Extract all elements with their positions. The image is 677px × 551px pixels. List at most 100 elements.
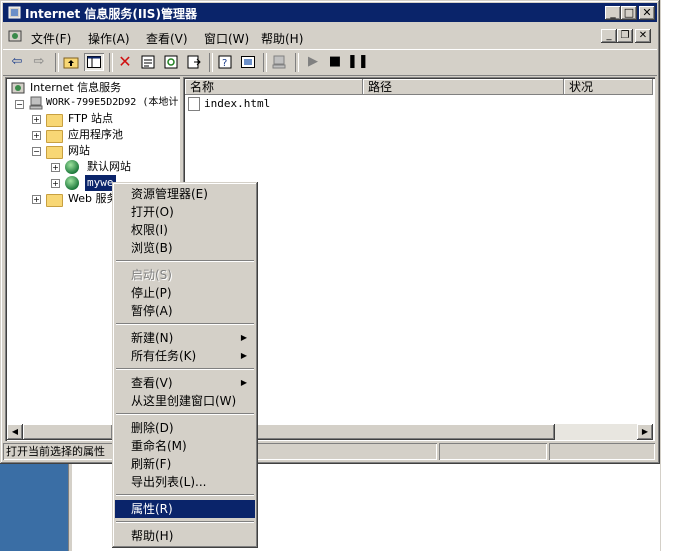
toolbar-separator [295, 53, 299, 72]
ctx-browse-label: 浏览(B) [131, 241, 173, 255]
mdi-minimize-button[interactable]: _ [601, 29, 617, 43]
web-ext-label: Web 服务 [68, 192, 118, 205]
column-header-status[interactable]: 状况 [564, 79, 653, 95]
delete-button[interactable]: ✕ [115, 53, 135, 71]
mywe-label: mywe [85, 175, 116, 191]
iis-manager-window: Internet 信息服务(IIS)管理器 _ □ ✕ 文件(F) 操作(A) … [0, 0, 660, 464]
ctx-explore[interactable]: 资源管理器(E) [115, 185, 255, 203]
menu-bar: 文件(F) 操作(A) 查看(V) 窗口(W) 帮助(H) _ ❐ ✕ [3, 26, 657, 48]
ctx-delete[interactable]: 删除(D) [115, 419, 255, 437]
toolbar-separator [109, 53, 113, 72]
ctx-open[interactable]: 打开(O) [115, 203, 255, 221]
computer-button[interactable] [269, 53, 289, 71]
column-header-path[interactable]: 路径 [363, 79, 564, 95]
ctx-all-tasks[interactable]: 所有任务(K) ▶ [115, 347, 255, 365]
submenu-arrow-icon: ▶ [240, 378, 247, 387]
minimize-button[interactable]: _ [605, 6, 621, 20]
svg-text:?: ? [222, 58, 227, 69]
ctx-rename[interactable]: 重命名(M) [115, 437, 255, 455]
refresh-button[interactable] [161, 53, 181, 71]
stop-button[interactable]: ■ [325, 53, 345, 71]
expander-server[interactable]: − [15, 100, 24, 109]
apppool-label: 应用程序池 [68, 128, 123, 141]
ctx-refresh-label: 刷新(F) [131, 457, 172, 471]
ctx-delete-label: 删除(D) [131, 421, 174, 435]
export-list-button[interactable] [184, 53, 204, 71]
toolbar: ⇦ ⇨ ✕ ? ▶ ■ ❚❚ [3, 49, 657, 76]
close-icon: ✕ [638, 30, 648, 41]
menu-view[interactable]: 查看(V) [146, 30, 188, 47]
expander-default-site[interactable]: + [51, 163, 60, 172]
left-arrow-icon: ◀ [11, 427, 19, 436]
toolbar-separator [263, 53, 267, 72]
menu-window[interactable]: 窗口(W) [204, 30, 249, 47]
column-header-name[interactable]: 名称 [185, 79, 363, 95]
console-tree-button[interactable] [238, 53, 258, 71]
column-name-label: 名称 [190, 80, 215, 94]
iis-root-icon [11, 82, 25, 94]
up-folder-icon [63, 57, 79, 69]
show-hide-tree-button[interactable] [84, 53, 104, 71]
forward-arrow-icon: ⇨ [33, 54, 45, 69]
ctx-stop[interactable]: 停止(P) [115, 284, 255, 302]
menu-action[interactable]: 操作(A) [88, 30, 130, 47]
properties-icon [141, 55, 155, 69]
back-button[interactable]: ⇦ [7, 53, 27, 71]
scroll-thumb[interactable] [23, 424, 113, 440]
ctx-help[interactable]: 帮助(H) [115, 527, 255, 545]
console-window-icon[interactable] [8, 29, 23, 44]
toolbar-separator [55, 53, 59, 72]
column-path-label: 路径 [368, 80, 393, 94]
mdi-restore-button[interactable]: ❐ [617, 29, 633, 43]
folder-icon [46, 130, 63, 143]
help-button[interactable]: ? [215, 53, 235, 71]
expand-icon: + [52, 163, 59, 172]
scroll-thumb[interactable] [255, 424, 555, 440]
start-button[interactable]: ▶ [303, 53, 323, 71]
forward-button[interactable]: ⇨ [29, 53, 49, 71]
expander-websites[interactable]: − [32, 147, 41, 156]
ctx-open-label: 打开(O) [131, 205, 174, 219]
ctx-refresh[interactable]: 刷新(F) [115, 455, 255, 473]
up-one-level-button[interactable] [61, 53, 81, 71]
ctx-pause[interactable]: 暂停(A) [115, 302, 255, 320]
ctx-properties[interactable]: 属性(R) [115, 500, 255, 518]
tree-root-label: Internet 信息服务 [30, 81, 122, 94]
globe-icon [65, 160, 79, 174]
server-icon [29, 96, 43, 110]
menu-separator [116, 260, 254, 262]
ctx-export-list[interactable]: 导出列表(L)... [115, 473, 255, 491]
toolbar-separator [209, 53, 213, 72]
pause-icon: ❚❚ [347, 54, 369, 69]
restore-icon: ❐ [620, 30, 630, 41]
ctx-view[interactable]: 查看(V) ▶ [115, 374, 255, 392]
ctx-new[interactable]: 新建(N) ▶ [115, 329, 255, 347]
maximize-button[interactable]: □ [621, 6, 637, 20]
properties-button[interactable] [138, 53, 158, 71]
maximize-icon: □ [623, 6, 635, 19]
expander-mywe[interactable]: + [51, 179, 60, 188]
play-icon: ▶ [308, 54, 318, 69]
ctx-browse[interactable]: 浏览(B) [115, 239, 255, 257]
pause-button[interactable]: ❚❚ [347, 53, 369, 71]
mdi-close-button[interactable]: ✕ [635, 29, 651, 43]
scroll-left-button[interactable]: ◀ [7, 424, 23, 440]
menu-help[interactable]: 帮助(H) [261, 30, 303, 47]
ctx-permissions[interactable]: 权限(I) [115, 221, 255, 239]
ctx-export-list-label: 导出列表(L)... [131, 475, 207, 489]
ctx-view-label: 查看(V) [131, 376, 173, 390]
ctx-properties-label: 属性(R) [131, 502, 173, 516]
scroll-right-button[interactable]: ▶ [637, 424, 653, 440]
list-item[interactable]: index.html [188, 97, 270, 111]
iis-app-icon [8, 6, 21, 19]
title-bar[interactable]: Internet 信息服务(IIS)管理器 _ □ ✕ [3, 3, 657, 22]
ctx-new-window-label: 从这里创建窗口(W) [131, 394, 237, 408]
close-button[interactable]: ✕ [639, 6, 655, 20]
expander-apppool[interactable]: + [32, 131, 41, 140]
status-panel [439, 443, 547, 460]
menu-file[interactable]: 文件(F) [31, 30, 71, 47]
expander-ftp[interactable]: + [32, 115, 41, 124]
ctx-new-window[interactable]: 从这里创建窗口(W) [115, 392, 255, 410]
expander-web-ext[interactable]: + [32, 195, 41, 204]
ctx-rename-label: 重命名(M) [131, 439, 187, 453]
